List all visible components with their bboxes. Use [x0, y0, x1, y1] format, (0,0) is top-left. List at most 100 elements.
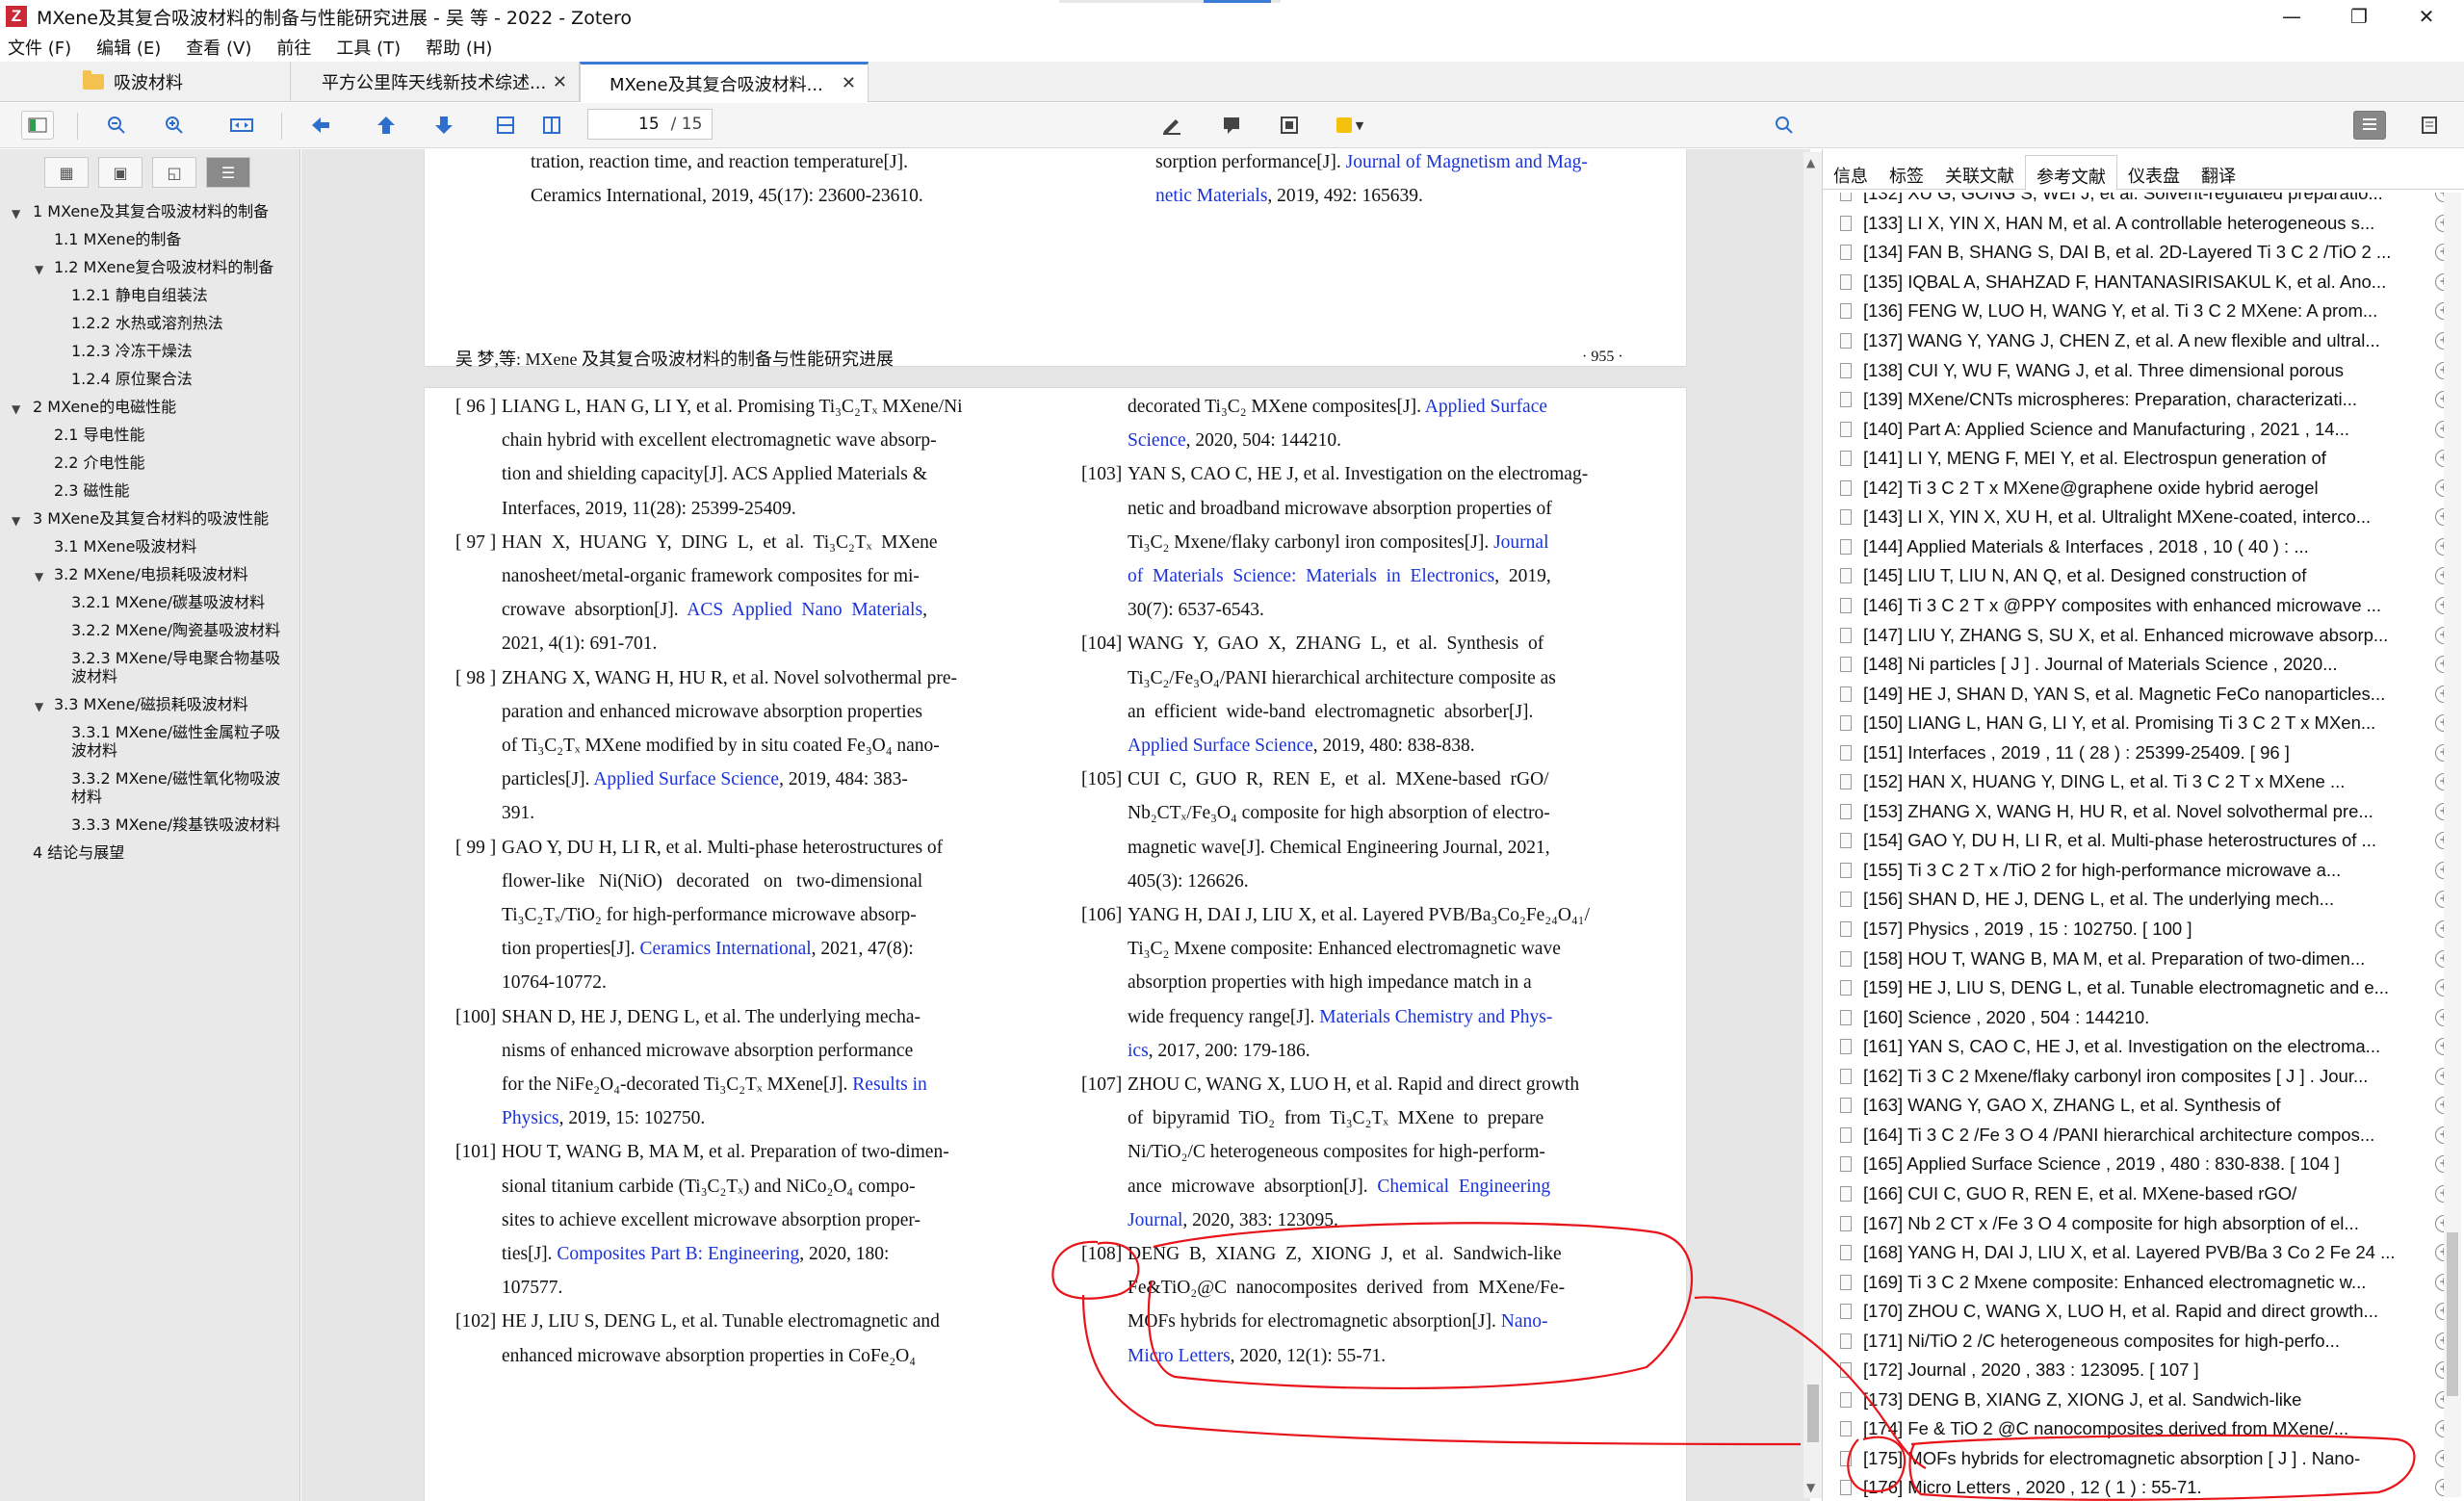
- journal-link[interactable]: Physics: [502, 1108, 559, 1128]
- reference-list-item[interactable]: [133] LI X, YIN X, HAN M, et al. A contr…: [1836, 209, 2452, 239]
- reference-list-item[interactable]: [132] XU G, GONG S, WEI J, et al. Solven…: [1836, 193, 2452, 209]
- reference-list-item[interactable]: [159] HE J, LIU S, DENG L, et al. Tunabl…: [1836, 973, 2452, 1003]
- menu-edit[interactable]: 编辑 (E): [96, 35, 161, 60]
- reference-list-item[interactable]: [174] Fe & TiO 2 @C nanocomposites deriv…: [1836, 1414, 2452, 1444]
- reference-list-item[interactable]: [155] Ti 3 C 2 T x /TiO 2 for high-perfo…: [1836, 856, 2452, 886]
- menu-view[interactable]: 查看 (V): [186, 35, 251, 60]
- scroll-down-icon[interactable]: ▼: [1806, 1481, 1815, 1494]
- outline-item[interactable]: 3.3.1 MXene/磁性金属粒子吸波材料: [0, 718, 300, 764]
- page-number-field[interactable]: 15 / 15: [587, 109, 713, 140]
- outline-item[interactable]: 1.2.3 冷冻干燥法: [0, 337, 300, 365]
- reference-list-item[interactable]: [147] LIU Y, ZHANG S, SU X, et al. Enhan…: [1836, 620, 2452, 650]
- reference-list-item[interactable]: [153] ZHANG X, WANG H, HU R, et al. Nove…: [1836, 797, 2452, 827]
- reference-list-item[interactable]: [175] MOFs hybrids for electromagnetic a…: [1836, 1444, 2452, 1474]
- menu-help[interactable]: 帮助 (H): [426, 35, 492, 60]
- expand-toggle-icon[interactable]: ▼: [12, 205, 20, 223]
- outline-item[interactable]: 1.1 MXene的制备: [0, 225, 300, 253]
- outline-item[interactable]: ▼ 1.2 MXene复合吸波材料的制备: [0, 253, 300, 281]
- reference-list-item[interactable]: [138] CUI Y, WU F, WANG J, et al. Three …: [1836, 355, 2452, 385]
- menu-file[interactable]: 文件 (F): [8, 35, 71, 60]
- menu-go[interactable]: 前往: [276, 35, 311, 60]
- journal-link[interactable]: Composites Part B: Engineering: [557, 1244, 799, 1264]
- reference-list-item[interactable]: [134] FAN B, SHANG S, DAI B, et al. 2D-L…: [1836, 238, 2452, 268]
- outline-item[interactable]: 3.1 MXene吸波材料: [0, 532, 300, 560]
- reference-list-item[interactable]: [176] Micro Letters , 2020 , 12 ( 1 ) : …: [1836, 1473, 2452, 1497]
- reference-list-item[interactable]: [169] Ti 3 C 2 Mxene composite: Enhanced…: [1836, 1267, 2452, 1297]
- journal-link[interactable]: Chemical Engineering: [1377, 1177, 1550, 1197]
- spread-mode-button[interactable]: [535, 111, 568, 140]
- reference-list-item[interactable]: [170] ZHOU C, WANG X, LUO H, et al. Rapi…: [1836, 1297, 2452, 1327]
- outline-item[interactable]: 2.2 介电性能: [0, 449, 300, 477]
- notes-pane-button[interactable]: [2413, 111, 2446, 140]
- outline-item[interactable]: 4 结论与展望: [0, 839, 300, 867]
- reference-list-item[interactable]: [137] WANG Y, YANG J, CHEN Z, et al. A n…: [1836, 326, 2452, 356]
- expand-toggle-icon[interactable]: ▼: [12, 401, 20, 419]
- journal-link[interactable]: Ceramics International: [640, 939, 812, 959]
- reference-list-item[interactable]: [165] Applied Surface Science , 2019 , 4…: [1836, 1150, 2452, 1179]
- next-page-button[interactable]: [428, 111, 460, 140]
- reference-list-item[interactable]: [143] LI X, YIN X, XU H, et al. Ultralig…: [1836, 503, 2452, 532]
- scrollbar-thumb[interactable]: [2447, 1232, 2458, 1396]
- reference-list-item[interactable]: [173] DENG B, XIANG Z, XIONG J, et al. S…: [1836, 1385, 2452, 1415]
- expand-toggle-icon[interactable]: ▼: [35, 568, 43, 586]
- journal-link[interactable]: ACS Applied Nano Materials: [687, 600, 922, 620]
- reference-list-item[interactable]: [171] Ni/TiO 2 /C heterogeneous composit…: [1836, 1326, 2452, 1356]
- outline-item[interactable]: ▼ 2 MXene的电磁性能: [0, 393, 300, 421]
- reference-list-item[interactable]: [158] HOU T, WANG B, MA M, et al. Prepar…: [1836, 944, 2452, 973]
- reference-list-item[interactable]: [150] LIANG L, HAN G, LI Y, et al. Promi…: [1836, 709, 2452, 738]
- previous-page-button[interactable]: [370, 111, 402, 140]
- close-window-button[interactable]: ✕: [2393, 0, 2460, 33]
- zoom-in-button[interactable]: [158, 111, 191, 140]
- reference-list-item[interactable]: [168] YANG H, DAI J, LIU X, et al. Layer…: [1836, 1238, 2452, 1268]
- outline-view-button[interactable]: ☰: [206, 157, 250, 188]
- journal-link[interactable]: Nano-: [1501, 1311, 1548, 1332]
- context-tab[interactable]: 参考文献: [2025, 155, 2117, 191]
- expand-toggle-icon[interactable]: ▼: [12, 512, 20, 531]
- outline-item[interactable]: ▼ 3.3 MXene/磁损耗吸波材料: [0, 690, 300, 718]
- outline-item[interactable]: ▼ 3.2 MXene/电损耗吸波材料: [0, 560, 300, 588]
- reference-list-item[interactable]: [167] Nb 2 CT x /Fe 3 O 4 composite for …: [1836, 1208, 2452, 1238]
- reference-list-item[interactable]: [166] CUI C, GUO R, REN E, et al. MXene-…: [1836, 1179, 2452, 1209]
- reference-list-item[interactable]: [154] GAO Y, DU H, LI R, et al. Multi-ph…: [1836, 826, 2452, 856]
- outline-item[interactable]: 3.3.3 MXene/羧基铁吸波材料: [0, 811, 300, 839]
- reference-list-item[interactable]: [149] HE J, SHAN D, YAN S, et al. Magnet…: [1836, 679, 2452, 709]
- scroll-up-icon[interactable]: ▲: [1806, 156, 1815, 169]
- journal-link[interactable]: of Materials Science: Materials in Elect…: [1128, 566, 1494, 586]
- journal-link[interactable]: Journal: [1128, 1210, 1182, 1230]
- context-tab[interactable]: 翻译: [2191, 155, 2246, 189]
- outline-item[interactable]: 1.2.2 水热或溶剂热法: [0, 309, 300, 337]
- note-tool-button[interactable]: [1215, 111, 1248, 140]
- context-tab[interactable]: 关联文献: [1934, 155, 2025, 189]
- outline-item[interactable]: 2.1 导电性能: [0, 421, 300, 449]
- expand-toggle-icon[interactable]: ▼: [35, 698, 43, 716]
- reference-list-item[interactable]: [146] Ti 3 C 2 T x @PPY composites with …: [1836, 591, 2452, 621]
- close-tab-icon[interactable]: ✕: [553, 72, 567, 92]
- reference-list-item[interactable]: [151] Interfaces , 2019 , 11 ( 28 ) : 25…: [1836, 738, 2452, 767]
- reference-list-item[interactable]: [145] LIU T, LIU N, AN Q, et al. Designe…: [1836, 561, 2452, 591]
- reference-list-item[interactable]: [160] Science , 2020 , 504 : 144210.+: [1836, 1002, 2452, 1032]
- thumbnails-view-button[interactable]: ▦: [44, 157, 89, 188]
- menu-tools[interactable]: 工具 (T): [336, 35, 401, 60]
- journal-link[interactable]: Science: [1128, 430, 1186, 451]
- journal-link[interactable]: Materials Chemistry and Phys-: [1319, 1007, 1552, 1027]
- journal-link[interactable]: Journal of Magnetism and Mag-: [1346, 152, 1588, 172]
- reference-list-item[interactable]: [157] Physics , 2019 , 15 : 102750. [ 10…: [1836, 915, 2452, 945]
- reference-list-item[interactable]: [161] YAN S, CAO C, HE J, et al. Investi…: [1836, 1032, 2452, 1062]
- color-picker-button[interactable]: ▼: [1329, 111, 1371, 140]
- journal-link[interactable]: Micro Letters: [1128, 1346, 1231, 1366]
- outline-item[interactable]: ▼ 1 MXene及其复合吸波材料的制备: [0, 197, 300, 225]
- toggle-context-pane-button[interactable]: [2353, 111, 2386, 140]
- outline-item[interactable]: 3.3.2 MXene/磁性氧化物吸波材料: [0, 764, 300, 811]
- outline-item[interactable]: 1.2.1 静电自组装法: [0, 281, 300, 309]
- reference-list-item[interactable]: [144] Applied Materials & Interfaces , 2…: [1836, 532, 2452, 562]
- back-button[interactable]: [304, 111, 337, 140]
- area-tool-button[interactable]: [1273, 111, 1306, 140]
- tab-antenna-paper[interactable]: 平方公里阵天线新技术综述... ✕: [291, 62, 580, 102]
- reference-list-item[interactable]: [148] Ni particles [ J ] . Journal of Ma…: [1836, 650, 2452, 680]
- annotations-view-button[interactable]: ▣: [98, 157, 143, 188]
- tab-mxene-paper[interactable]: MXene及其复合吸波材料... ✕: [580, 62, 869, 102]
- journal-link[interactable]: Applied Surface: [1425, 397, 1547, 417]
- close-tab-icon[interactable]: ✕: [842, 73, 856, 93]
- journal-link[interactable]: Applied Surface Science: [593, 769, 779, 789]
- reference-list-item[interactable]: [135] IQBAL A, SHAHZAD F, HANTANASIRISAK…: [1836, 268, 2452, 298]
